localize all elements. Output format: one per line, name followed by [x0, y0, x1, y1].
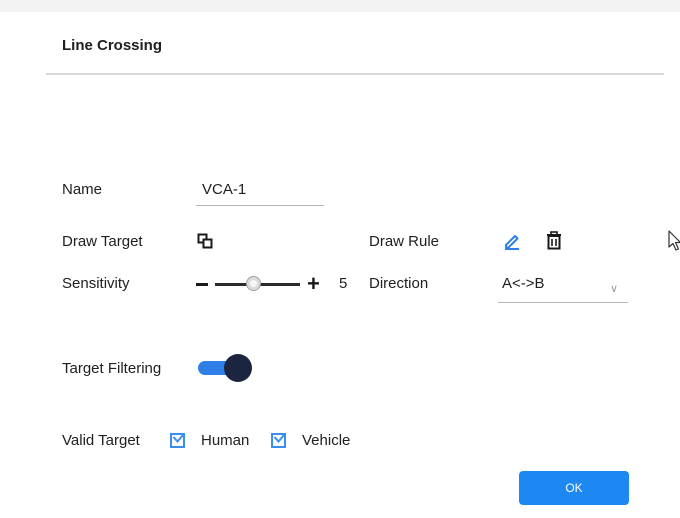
direction-select[interactable]: A<->B: [502, 275, 545, 292]
sensitivity-value: 5: [339, 275, 348, 292]
chevron-down-icon[interactable]: ∨: [610, 282, 618, 295]
vehicle-checkbox-label: Vehicle: [302, 432, 351, 449]
sensitivity-slider-thumb[interactable]: [245, 276, 261, 291]
checkmark-icon: [273, 434, 285, 444]
direction-select-underline: [498, 302, 628, 303]
name-label: Name: [62, 181, 103, 198]
valid-target-label: Valid Target: [62, 432, 140, 449]
name-input[interactable]: VCA-1: [202, 181, 246, 198]
name-input-underline: [196, 205, 324, 206]
vehicle-checkbox[interactable]: [271, 433, 286, 448]
draw-target-label: Draw Target: [62, 233, 143, 250]
sensitivity-label: Sensitivity: [62, 275, 130, 292]
draw-rule-label: Draw Rule: [369, 233, 440, 250]
human-checkbox[interactable]: [170, 433, 185, 448]
toggle-knob: [224, 354, 252, 382]
dialog-title: Line Crossing: [62, 37, 163, 54]
sensitivity-decrease-button[interactable]: [196, 283, 208, 286]
human-checkbox-label: Human: [201, 432, 250, 449]
direction-label: Direction: [369, 275, 429, 292]
checkmark-icon: [172, 434, 184, 444]
pencil-icon[interactable]: [503, 232, 521, 255]
mouse-cursor-icon: [668, 230, 680, 257]
top-strip: [0, 0, 680, 12]
ok-button[interactable]: OK: [519, 471, 629, 505]
target-filtering-label: Target Filtering: [62, 360, 162, 377]
title-divider: [46, 73, 664, 75]
sensitivity-increase-button[interactable]: +: [307, 273, 320, 295]
draw-rectangle-icon[interactable]: [197, 233, 213, 254]
trash-icon[interactable]: [545, 231, 563, 255]
target-filtering-toggle[interactable]: [198, 354, 253, 382]
